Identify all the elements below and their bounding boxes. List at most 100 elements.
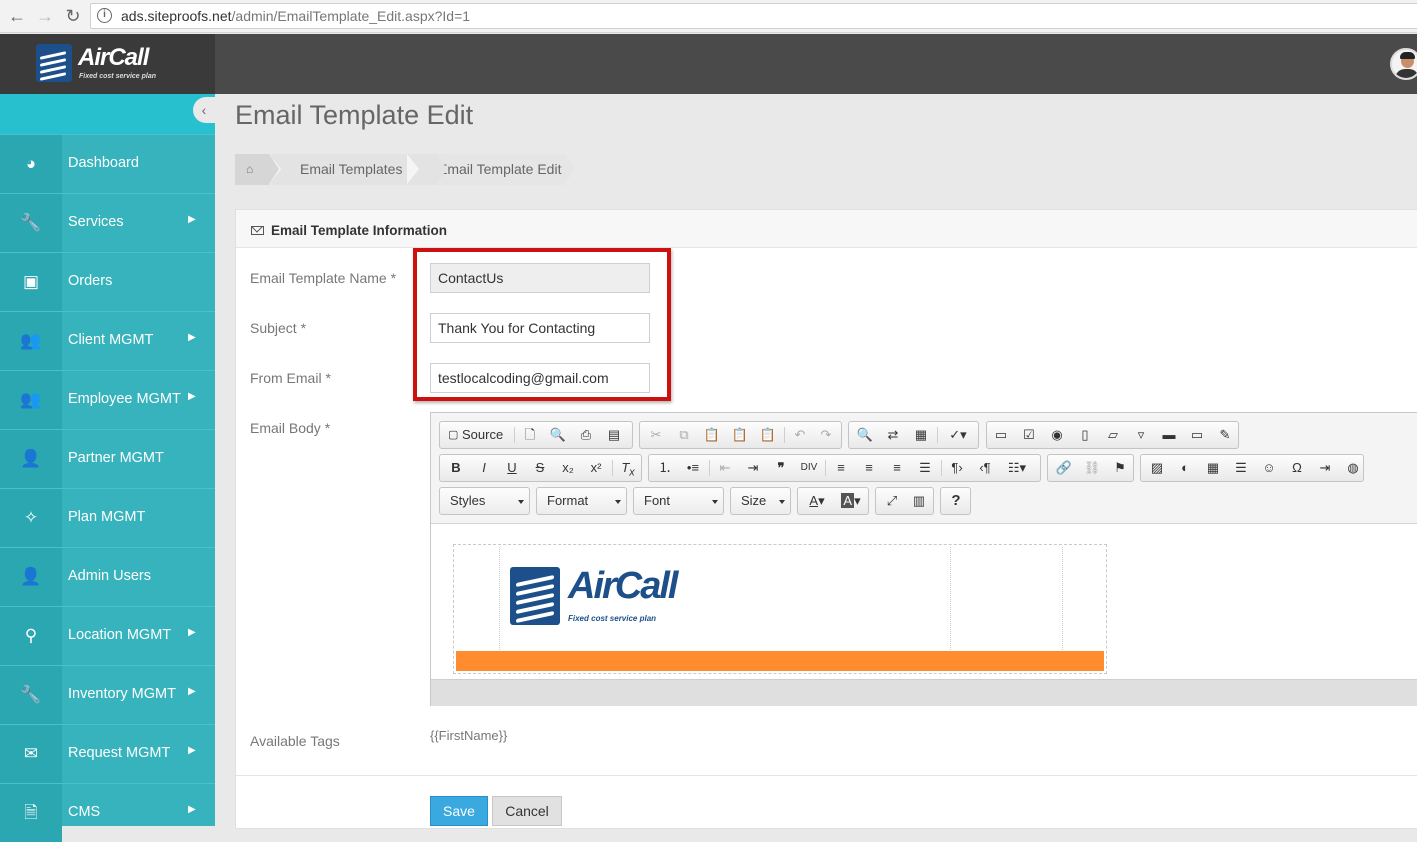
div-container-icon[interactable]: DIV [795,455,823,481]
replace-icon[interactable]: ⇄ [879,422,907,448]
select-field-icon[interactable]: ▿ [1127,422,1155,448]
textfield-icon[interactable]: ▯ [1071,422,1099,448]
brand-name[interactable]: AirCall [78,44,149,72]
cancel-button[interactable]: Cancel [492,796,562,826]
sidebar-icon-box: 🔧 [0,194,62,252]
checkbox-icon[interactable]: ☑ [1015,422,1043,448]
underline-icon[interactable]: U [498,455,526,481]
sidebar-item-orders[interactable]: ▣ Orders [0,252,215,311]
flash-icon[interactable]: ◐ [1171,455,1199,481]
money-icon: ▣ [22,272,40,291]
info-icon[interactable]: i [97,8,112,23]
ltr-icon[interactable]: ¶› [943,455,971,481]
format-dropdown[interactable]: Format [536,487,627,515]
source-button[interactable]: ▢ Source [442,422,510,448]
blockquote-icon[interactable]: ❞ [767,455,795,481]
numbered-list-icon[interactable]: ⒈ [651,455,679,481]
sidebar-item-cms[interactable]: 🗎 CMS ▶ [0,783,215,842]
sidebar-item-client-mgmt[interactable]: 👥 Client MGMT ▶ [0,311,215,370]
bulleted-list-icon[interactable]: •≡ [679,455,707,481]
align-center-icon[interactable]: ≡ [855,455,883,481]
text-color-icon[interactable]: A▾ [800,488,834,514]
form-icon[interactable]: ▭ [987,422,1015,448]
paste-text-icon[interactable]: 📋 [726,422,754,448]
breadcrumb-home[interactable]: ⌂ [235,154,279,185]
strike-icon[interactable]: S [526,455,554,481]
preview-icon[interactable]: 🔍 [544,422,572,448]
anchor-icon[interactable]: ⚑ [1106,455,1134,481]
italic-icon[interactable]: I [470,455,498,481]
sidebar-item-dashboard[interactable]: ◕ Dashboard [0,134,215,193]
show-blocks-icon[interactable]: ▥ [905,488,933,514]
sidebar-item-services[interactable]: 🔧 Services ▶ [0,193,215,252]
rtl-icon[interactable]: ‹¶ [971,455,999,481]
size-dropdown[interactable]: Size [730,487,791,515]
select-all-icon[interactable]: ▦ [907,422,935,448]
styles-dropdown[interactable]: Styles [439,487,530,515]
forward-icon[interactable]: → [34,5,56,27]
sidebar-icon-box: ⚲ [0,607,62,665]
spellcheck-icon[interactable]: ✓▾ [941,422,975,448]
page-break-icon[interactable]: ⇥ [1311,455,1339,481]
redo-icon[interactable]: ↷ [812,422,840,448]
cut-icon[interactable]: ✂ [642,422,670,448]
user-icon: 👤 [20,567,42,586]
sidebar-item-label: Location MGMT [68,627,172,643]
email-logo-tagline: Fixed cost service plan [568,614,657,623]
help-icon[interactable]: ? [942,488,970,514]
templates-icon[interactable]: ▤ [600,422,628,448]
sidebar-icon-box: ▣ [0,253,62,311]
image-button-icon[interactable]: ▭ [1183,422,1211,448]
justify-icon[interactable]: ☰ [911,455,939,481]
remove-format-icon[interactable]: Tx [614,455,642,481]
find-icon[interactable]: 🔍 [851,422,879,448]
subscript-icon[interactable]: x₂ [554,455,582,481]
brand-logo-icon[interactable] [36,44,72,82]
iframe-icon[interactable]: ◍ [1339,455,1367,481]
paste-word-icon[interactable]: 📋 [754,422,782,448]
sidebar-item-location-mgmt[interactable]: ⚲ Location MGMT ▶ [0,606,215,665]
sidebar-item-admin-users[interactable]: 👤 Admin Users [0,547,215,606]
hidden-field-icon[interactable]: ✎ [1211,422,1239,448]
textarea-icon[interactable]: ▱ [1099,422,1127,448]
new-page-icon[interactable]: 🗋 [516,422,544,448]
address-bar[interactable]: i ads.siteproofs.net/admin/EmailTemplate… [90,3,1417,29]
editor-content-area[interactable]: AirCall Fixed cost service plan [431,523,1417,679]
sidebar-item-partner-mgmt[interactable]: 👤 Partner MGMT [0,429,215,488]
undo-icon[interactable]: ↶ [786,422,814,448]
save-button[interactable]: Save [430,796,488,826]
superscript-icon[interactable]: x² [582,455,610,481]
bold-icon[interactable]: B [442,455,470,481]
sidebar-item-employee-mgmt[interactable]: 👥 Employee MGMT ▶ [0,370,215,429]
align-right-icon[interactable]: ≡ [883,455,911,481]
sidebar-item-plan-mgmt[interactable]: ✧ Plan MGMT [0,488,215,547]
back-icon[interactable]: ← [6,5,28,27]
outdent-icon[interactable]: ⇤ [711,455,739,481]
horizontal-rule-icon[interactable]: ☰ [1227,455,1255,481]
button-field-icon[interactable]: ▬ [1155,422,1183,448]
image-icon[interactable]: ▨ [1143,455,1171,481]
reload-icon[interactable]: ↻ [62,5,84,27]
copy-icon[interactable]: ⧉ [670,422,698,448]
indent-icon[interactable]: ⇥ [739,455,767,481]
print-icon[interactable]: ⎙ [572,422,600,448]
language-icon[interactable]: ☷▾ [999,455,1035,481]
email-logo-name: AirCall [568,565,678,607]
link-icon[interactable]: 🔗 [1050,455,1078,481]
sidebar-item-label: CMS [68,804,101,820]
align-left-icon[interactable]: ≡ [827,455,855,481]
sidebar-item-request-mgmt[interactable]: ✉ Request MGMT ▶ [0,724,215,783]
table-icon[interactable]: ▦ [1199,455,1227,481]
font-dropdown[interactable]: Font [633,487,724,515]
sidebar-collapse-button[interactable]: ‹ [193,97,215,123]
unlink-icon[interactable]: ⛓ [1078,455,1106,481]
avatar[interactable] [1390,48,1417,80]
smiley-icon[interactable]: ☺ [1255,455,1283,481]
maximize-icon[interactable]: ⤢ [878,488,906,514]
paste-icon[interactable]: 📋 [698,422,726,448]
special-char-icon[interactable]: Ω [1283,455,1311,481]
sidebar-icon-box: ✉ [0,725,62,783]
radio-icon[interactable]: ◉ [1043,422,1071,448]
background-color-icon[interactable]: A ▾ [834,488,868,514]
sidebar-item-inventory-mgmt[interactable]: 🔧 Inventory MGMT ▶ [0,665,215,724]
